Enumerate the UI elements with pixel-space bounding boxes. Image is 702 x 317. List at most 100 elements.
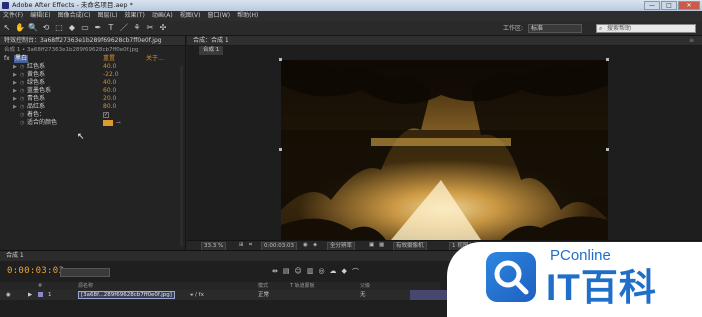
title-bar: Adobe After Effects - 未命名项目.aep * — □ ✕ bbox=[0, 0, 702, 11]
viewer-image bbox=[281, 60, 608, 240]
expand-triangle-icon[interactable]: ▶ bbox=[13, 63, 17, 71]
frame-blending-icon[interactable]: ▥ bbox=[307, 267, 314, 277]
motion-blur-icon[interactable]: ◎ bbox=[318, 267, 324, 277]
param-name: 品红系 bbox=[27, 103, 46, 110]
stopwatch-icon[interactable]: ◷ bbox=[20, 79, 24, 87]
menu-edit[interactable]: 编辑(E) bbox=[30, 11, 50, 21]
eyedropper-icon[interactable]: ⤙ bbox=[116, 119, 121, 127]
maximize-button[interactable]: □ bbox=[661, 1, 677, 10]
zoom-tool-icon[interactable]: 🔍 bbox=[28, 23, 38, 33]
channel-icon[interactable]: ◈ bbox=[313, 241, 317, 250]
param-value[interactable]: 20.0 bbox=[103, 95, 116, 103]
transform-handle[interactable] bbox=[606, 148, 609, 151]
param-row: ▶ ◷ 蓝墨色系 60.0 bbox=[0, 87, 185, 95]
stopwatch-icon[interactable]: ◷ bbox=[20, 63, 24, 71]
stamp-tool-icon[interactable]: ⚘ bbox=[132, 23, 142, 33]
param-value[interactable]: 40.0 bbox=[103, 63, 116, 71]
param-name: 青色系 bbox=[27, 95, 46, 102]
expand-triangle-icon[interactable]: ▶ bbox=[13, 103, 17, 111]
stopwatch-icon[interactable]: ◷ bbox=[20, 87, 24, 95]
menu-composition[interactable]: 图像合成(C) bbox=[58, 11, 91, 21]
rectangle-tool-icon[interactable]: ▭ bbox=[80, 23, 90, 33]
effect-controls-tab[interactable]: 特效控制台：3a68ff27363e1b289f69628cb7ff0e0f.j… bbox=[0, 36, 185, 46]
composition-tab[interactable]: 合成：合成 1 ≡ bbox=[187, 36, 702, 46]
layer-switches-icon[interactable]: ⚹ / fx bbox=[190, 290, 204, 300]
panel-scrollbar[interactable] bbox=[180, 66, 183, 246]
window-title: Adobe After Effects - 未命名项目.aep * bbox=[12, 1, 133, 9]
effect-header-row: fx 黑白 重置 关于... bbox=[0, 55, 185, 63]
puppet-tool-icon[interactable]: ✣ bbox=[158, 23, 168, 33]
layer-search-input[interactable] bbox=[60, 268, 110, 277]
auto-keyframe-icon[interactable]: ◆ bbox=[342, 267, 347, 277]
snapshot-icon[interactable]: ◉ bbox=[303, 241, 308, 250]
col-parent: 父级 bbox=[360, 283, 371, 289]
help-search-input[interactable]: ⌕ 搜索帮助 bbox=[596, 24, 696, 33]
transform-handle[interactable] bbox=[279, 58, 282, 61]
layer-label-color[interactable] bbox=[38, 292, 43, 297]
menu-animation[interactable]: 动画(A) bbox=[152, 11, 173, 21]
camera-tool-icon[interactable]: ⬚ bbox=[54, 23, 64, 33]
timeline-timecode[interactable]: 0:00:03:03 bbox=[7, 266, 64, 276]
about-link[interactable]: 关于... bbox=[146, 55, 164, 63]
reset-link[interactable]: 重置 bbox=[103, 55, 115, 63]
menu-file[interactable]: 文件(F) bbox=[3, 11, 23, 21]
effect-name[interactable]: 黑白 bbox=[14, 55, 29, 63]
layer-name[interactable]: [3a68f...289f69628cb7ff0e0f.jpg] bbox=[78, 291, 175, 299]
stopwatch-icon[interactable]: ◷ bbox=[20, 119, 24, 127]
expand-triangle-icon[interactable]: ▶ bbox=[13, 95, 17, 103]
selection-tool-icon[interactable]: ↖ bbox=[2, 23, 12, 33]
stopwatch-icon[interactable]: ◷ bbox=[20, 71, 24, 79]
param-value[interactable]: 60.0 bbox=[103, 87, 116, 95]
visibility-eye-icon[interactable]: ◉ bbox=[6, 290, 11, 300]
transform-handle[interactable] bbox=[606, 58, 609, 61]
panel-menu-icon[interactable]: ≡ bbox=[689, 36, 694, 46]
brush-tool-icon[interactable]: ／ bbox=[119, 23, 129, 33]
fit-icon[interactable]: ⊞ bbox=[239, 241, 244, 250]
shy-icon[interactable]: ☺ bbox=[295, 267, 302, 277]
brand-name: PConline bbox=[550, 247, 611, 264]
expand-triangle-icon[interactable]: ▶ bbox=[28, 290, 32, 300]
workspace-select[interactable]: 标准 bbox=[528, 24, 582, 33]
composition-subtab[interactable]: 合成 1 bbox=[199, 46, 224, 55]
param-value[interactable]: 80.0 bbox=[103, 103, 116, 111]
menu-help[interactable]: 帮助(H) bbox=[237, 11, 258, 21]
transform-handle[interactable] bbox=[279, 148, 282, 151]
menu-window[interactable]: 窗口(W) bbox=[207, 11, 230, 21]
hand-tool-icon[interactable]: ✋ bbox=[15, 23, 25, 33]
grid-icon[interactable]: ⌗ bbox=[249, 241, 252, 250]
layer-row[interactable]: ◉ ▶ 1 [3a68f...289f69628cb7ff0e0f.jpg] ⚹… bbox=[0, 290, 440, 300]
draft-3d-icon[interactable]: ▤ bbox=[283, 267, 290, 277]
pen-tool-icon[interactable]: ✒ bbox=[93, 23, 103, 33]
layer-mode[interactable]: 正常 bbox=[258, 290, 269, 300]
rotate-tool-icon[interactable]: ⟲ bbox=[41, 23, 51, 33]
expand-triangle-icon[interactable]: ▶ bbox=[13, 87, 17, 95]
expand-triangle-icon[interactable]: ▶ bbox=[13, 79, 17, 87]
composition-viewer[interactable] bbox=[281, 60, 608, 240]
param-row: ▶ ◷ 黄色系 -22.0 bbox=[0, 71, 185, 79]
menu-view[interactable]: 视图(V) bbox=[180, 11, 201, 21]
transparency-icon[interactable]: ▦ bbox=[379, 241, 384, 250]
fx-toggle[interactable]: fx bbox=[4, 55, 10, 63]
menu-layer[interactable]: 图层(L) bbox=[98, 11, 118, 21]
graph-editor-icon[interactable]: ⌒ bbox=[352, 267, 359, 277]
minimize-button[interactable]: — bbox=[644, 1, 660, 10]
comp-mini-flowchart-icon[interactable]: ⇹ bbox=[272, 267, 278, 277]
pan-behind-tool-icon[interactable]: ◆ bbox=[67, 23, 77, 33]
param-row: ▶ ◷ 红色系 40.0 bbox=[0, 63, 185, 71]
expand-triangle-icon[interactable]: ▶ bbox=[13, 71, 17, 79]
param-value[interactable]: 40.0 bbox=[103, 79, 116, 87]
close-button[interactable]: ✕ bbox=[678, 1, 700, 10]
brainstorm-icon[interactable]: ☁ bbox=[330, 267, 337, 277]
search-icon: ⌕ bbox=[599, 25, 603, 32]
tint-checkbox[interactable]: ✓ bbox=[103, 112, 109, 118]
menu-effect[interactable]: 效果(T) bbox=[125, 11, 145, 21]
stopwatch-icon[interactable]: ◷ bbox=[20, 95, 24, 103]
stopwatch-icon[interactable]: ◷ bbox=[20, 103, 24, 111]
param-value[interactable]: -22.0 bbox=[103, 71, 119, 79]
region-icon[interactable]: ▣ bbox=[369, 241, 374, 250]
stopwatch-icon[interactable]: ◷ bbox=[20, 111, 24, 119]
text-tool-icon[interactable]: T bbox=[106, 23, 116, 33]
eraser-tool-icon[interactable]: ✂ bbox=[145, 23, 155, 33]
layer-parent[interactable]: 无 bbox=[360, 290, 366, 300]
tint-color-swatch[interactable] bbox=[103, 120, 113, 126]
